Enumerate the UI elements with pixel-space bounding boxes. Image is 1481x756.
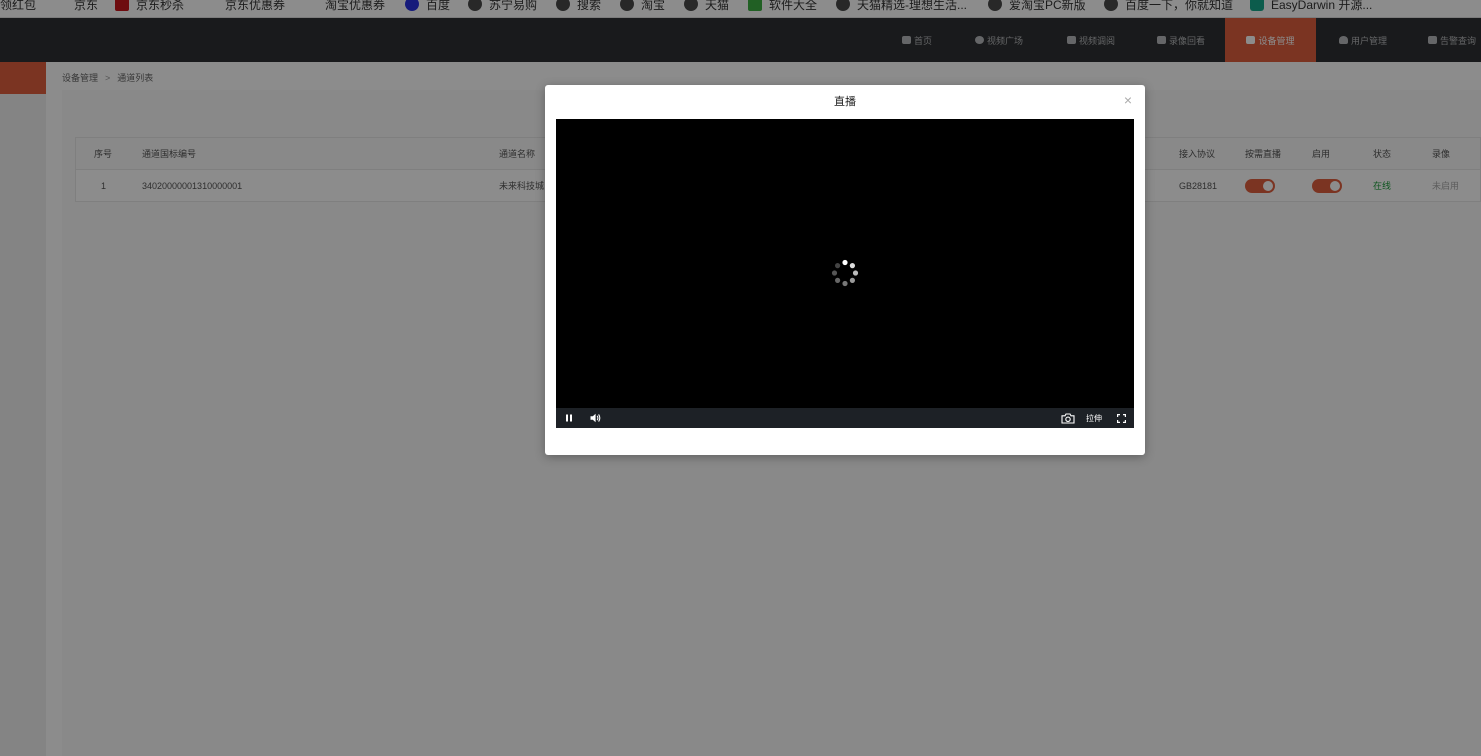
modal-title: 直播 xyxy=(834,96,856,108)
screenshot-button[interactable] xyxy=(1060,408,1076,428)
close-icon[interactable]: × xyxy=(1121,93,1135,107)
fullscreen-button[interactable] xyxy=(1114,408,1128,428)
pause-button[interactable] xyxy=(562,408,576,428)
pause-icon xyxy=(566,414,572,422)
fullscreen-icon xyxy=(1116,413,1126,423)
stretch-button[interactable]: 拉伸 xyxy=(1083,408,1105,428)
volume-button[interactable] xyxy=(588,408,602,428)
camera-icon xyxy=(1061,412,1075,424)
player-controls: 拉伸 xyxy=(556,408,1134,428)
loading-spinner-icon xyxy=(831,259,859,287)
volume-icon xyxy=(590,413,600,423)
video-player[interactable]: 拉伸 xyxy=(556,119,1134,428)
live-modal: 直播 × 拉伸 xyxy=(545,85,1145,455)
